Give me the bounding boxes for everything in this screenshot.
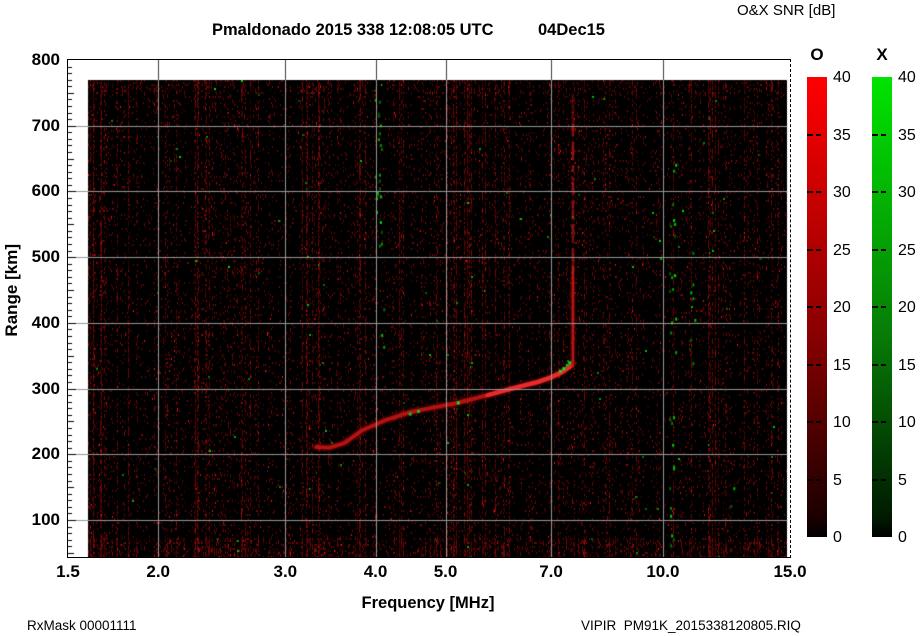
y-tick-label: 100	[31, 510, 60, 529]
rxmask-annotation: RxMask 00001111	[27, 618, 137, 633]
colorbar-tick-mark	[807, 306, 813, 308]
colorbar-x-tick-label: 35	[898, 126, 916, 144]
colorbar-tick-mark	[807, 133, 813, 136]
y-tick-label: 400	[31, 312, 60, 332]
colorbar-tick-mark	[872, 363, 878, 366]
colorbar-tick-mark	[881, 306, 886, 308]
colorbar-o-tick-label: 5	[833, 471, 842, 489]
colorbar-tick-mark	[807, 363, 813, 366]
colorbar-tick-mark	[807, 191, 813, 193]
y-tick-label: 300	[31, 378, 60, 398]
x-tick-label: 4.0	[363, 562, 388, 581]
x-tick-label: 1.5	[56, 562, 80, 581]
colorbar-x-tick-label: 40	[898, 69, 916, 86]
filename-annotation: VIPIR PM91K_2015338120805.RIQ	[581, 618, 801, 633]
colorbar-tick-mark	[872, 306, 878, 308]
colorbar-tick-mark	[816, 421, 821, 423]
colorbar-o-tick-label: 20	[833, 299, 851, 316]
colorbar-tick-mark	[816, 133, 821, 136]
x-tick-label: 2.0	[146, 562, 171, 581]
colorbar-x-tick-label: 30	[898, 184, 916, 201]
colorbar-o-tick-label: 15	[833, 356, 851, 374]
colorbar-tick-mark	[881, 421, 886, 423]
y-tick-label: 700	[31, 115, 60, 135]
colorbar-x-tick-label: 20	[898, 299, 916, 316]
colorbar-tick-mark	[872, 248, 878, 251]
colorbar-tick-mark	[872, 478, 878, 481]
plot-date: 04Dec15	[538, 21, 605, 39]
x-tick-label: 3.0	[273, 562, 298, 581]
colorbar-tick-mark	[816, 478, 821, 481]
colorbar-o-header: O	[810, 45, 824, 64]
colorbar-o-tick-label: 35	[833, 126, 851, 144]
colorbar-tick-mark	[881, 248, 886, 251]
colorbar-o-tick-label: 0	[833, 529, 842, 546]
colorbar-tick-mark	[881, 478, 886, 481]
colorbar-o-tick-label: 40	[833, 69, 851, 86]
colorbar-tick-mark	[816, 363, 821, 366]
colorbar-o-tick-label: 25	[833, 241, 851, 259]
colorbar-tick-mark	[807, 478, 813, 481]
colorbar-tick-mark	[881, 191, 886, 193]
colorbar-x-tick-label: 10	[898, 414, 916, 431]
x-axis-label: Frequency [MHz]	[361, 594, 495, 612]
colorbar-tick-mark	[816, 191, 821, 193]
page-title: Pmaldonado 2015 338 12:08:05 UTC	[212, 21, 494, 39]
colorbar-x-tick-label: 5	[898, 471, 907, 489]
colorbar-tick-mark	[872, 133, 878, 136]
colorbar-tick-mark	[872, 191, 878, 193]
colorbar-x-header: X	[876, 45, 888, 64]
colorbar-tick-mark	[816, 306, 821, 308]
colorbar-x-tick-label: 15	[898, 356, 916, 374]
x-tick-label: 15.0	[773, 562, 807, 581]
colorbar-o-tick-label: 30	[833, 184, 851, 201]
colorbar-tick-mark	[807, 248, 813, 251]
x-tick-label: 5.0	[433, 562, 458, 581]
y-tick-label: 600	[31, 181, 60, 201]
y-tick-label: 500	[31, 247, 60, 267]
colorbar-tick-mark	[816, 248, 821, 251]
x-tick-label: 7.0	[539, 562, 563, 581]
y-tick-label: 200	[31, 444, 60, 464]
colorbar-x-tick-label: 25	[898, 241, 916, 259]
x-tick-label: 10.0	[646, 562, 680, 581]
snr-scale-title: O&X SNR [dB]	[737, 2, 836, 19]
colorbar-tick-mark	[881, 133, 886, 136]
colorbar-tick-mark	[807, 421, 813, 423]
colorbar-x-tick-label: 0	[898, 529, 907, 546]
colorbar-tick-mark	[881, 363, 886, 366]
plot-area	[67, 59, 791, 558]
ionogram-screen: Pmaldonado 2015 338 12:08:05 UTC 04Dec15…	[0, 0, 922, 636]
y-tick-label: 800	[31, 50, 60, 69]
colorbar-o-tick-label: 10	[833, 414, 851, 431]
ionogram-heatmap-canvas	[68, 60, 790, 557]
colorbar-tick-mark	[872, 421, 878, 423]
